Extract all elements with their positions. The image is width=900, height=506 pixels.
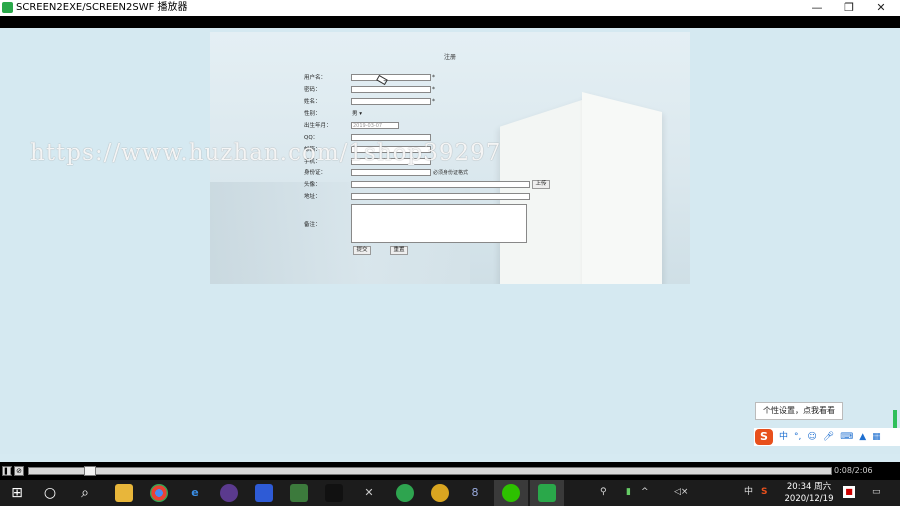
upload-button[interactable]: 上传 [532,180,550,189]
toolbox-icon[interactable]: ▦ [872,429,881,445]
start-button[interactable]: ⊞ [8,484,26,502]
taskbar-clock[interactable]: 20:34 周六 2020/12/19 [780,481,838,505]
player-top-border [0,16,900,28]
search-icon[interactable]: ⌕ [76,484,94,502]
eclipse-icon[interactable] [220,484,238,502]
intellij-icon[interactable] [255,484,273,502]
playback-time: 0:08/2:06 [834,466,873,475]
window-title: SCREEN2EXE/SCREEN2SWF 播放器 [16,2,188,13]
remark-label: 备注： [304,222,321,228]
window-titlebar: SCREEN2EXE/SCREEN2SWF 播放器 — ❐ ✕ [0,0,900,16]
ime-tooltip[interactable]: 个性设置，点我看看 [755,402,843,420]
qq-icon[interactable] [325,484,343,502]
address-input[interactable] [351,193,530,200]
tray-expand-icon[interactable]: ^ [641,486,649,498]
submit-button[interactable]: 提交 [353,246,371,255]
avatar-label: 头像： [304,182,321,188]
notepad-icon[interactable] [290,484,308,502]
ime-mode-toggle[interactable]: 中 [779,429,788,445]
stop-button[interactable]: ⊘ [14,466,24,476]
chrome-icon[interactable] [150,484,168,502]
reset-button[interactable]: 重置 [390,246,408,255]
username-label: 用户名： [304,75,327,81]
birthday-input[interactable]: 2019-03-07 [351,122,399,129]
clock-date: 2020/12/19 [784,494,834,504]
required-mark: * [432,74,435,81]
punctuation-icon[interactable]: °, [794,429,801,445]
edge-icon[interactable]: e [186,484,204,502]
cortana-button[interactable]: ○ [41,484,59,502]
microphone-icon[interactable]: 🎤︎ [823,429,834,445]
address-label: 地址： [304,194,321,200]
action-center-icon[interactable]: ▭ [872,486,881,498]
volume-icon[interactable]: ◁× [674,486,688,498]
battery-icon[interactable]: ▮ [626,486,631,498]
minimize-button[interactable]: — [802,0,832,16]
gender-label: 性别： [304,111,321,117]
tools-icon[interactable]: ✕ [360,484,378,502]
pause-button[interactable]: ❚❚ [2,466,15,476]
ime-toolbar[interactable]: S 中 °, ☺ 🎤︎ ⌨ ▲ ▦ [754,428,900,446]
password-label: 密码： [304,87,321,93]
seek-track[interactable] [28,467,832,475]
close-button[interactable]: ✕ [866,0,896,16]
bird-icon[interactable] [431,484,449,502]
background-book-image [500,92,662,284]
browser-icon[interactable] [396,484,414,502]
remark-textarea[interactable] [351,204,527,243]
emoji-icon[interactable]: ☺ [807,429,816,445]
app-icon [2,2,13,13]
name-label: 姓名： [304,99,321,105]
username-input[interactable] [351,74,431,81]
password-input[interactable] [351,86,431,93]
app-icon[interactable]: 8 [466,484,484,502]
sogou-logo-icon[interactable]: S [755,429,773,445]
form-title: 注册 [444,54,457,61]
screen2exe-icon[interactable] [538,484,556,502]
seek-thumb[interactable] [84,466,96,476]
watermark-text: https://www.huzhan.com/1shop39297 [30,140,502,166]
idcard-hint: 必须身份证格式 [433,170,469,176]
required-mark: * [432,86,435,93]
keyboard-icon[interactable]: ⌨ [840,429,853,445]
notification-badge-icon[interactable]: ■ [843,486,855,498]
sogou-tray-icon[interactable]: S [761,486,767,498]
idcard-label: 身份证： [304,170,327,176]
gender-select[interactable]: 男 ▾ [352,110,362,118]
people-icon[interactable]: ⚲ [600,486,607,498]
birthday-label: 出生年月： [304,123,332,129]
ime-lang-indicator[interactable]: 中 [744,486,753,498]
file-explorer-icon[interactable] [115,484,133,502]
avatar-path-input[interactable] [351,181,530,188]
restore-button[interactable]: ❐ [834,0,864,16]
clock-time: 20:34 周六 [786,482,832,492]
wechat-icon[interactable] [502,484,520,502]
skin-icon[interactable]: ▲ [859,429,866,445]
idcard-input[interactable] [351,169,431,176]
name-input[interactable] [351,98,431,105]
required-mark: * [432,98,435,105]
